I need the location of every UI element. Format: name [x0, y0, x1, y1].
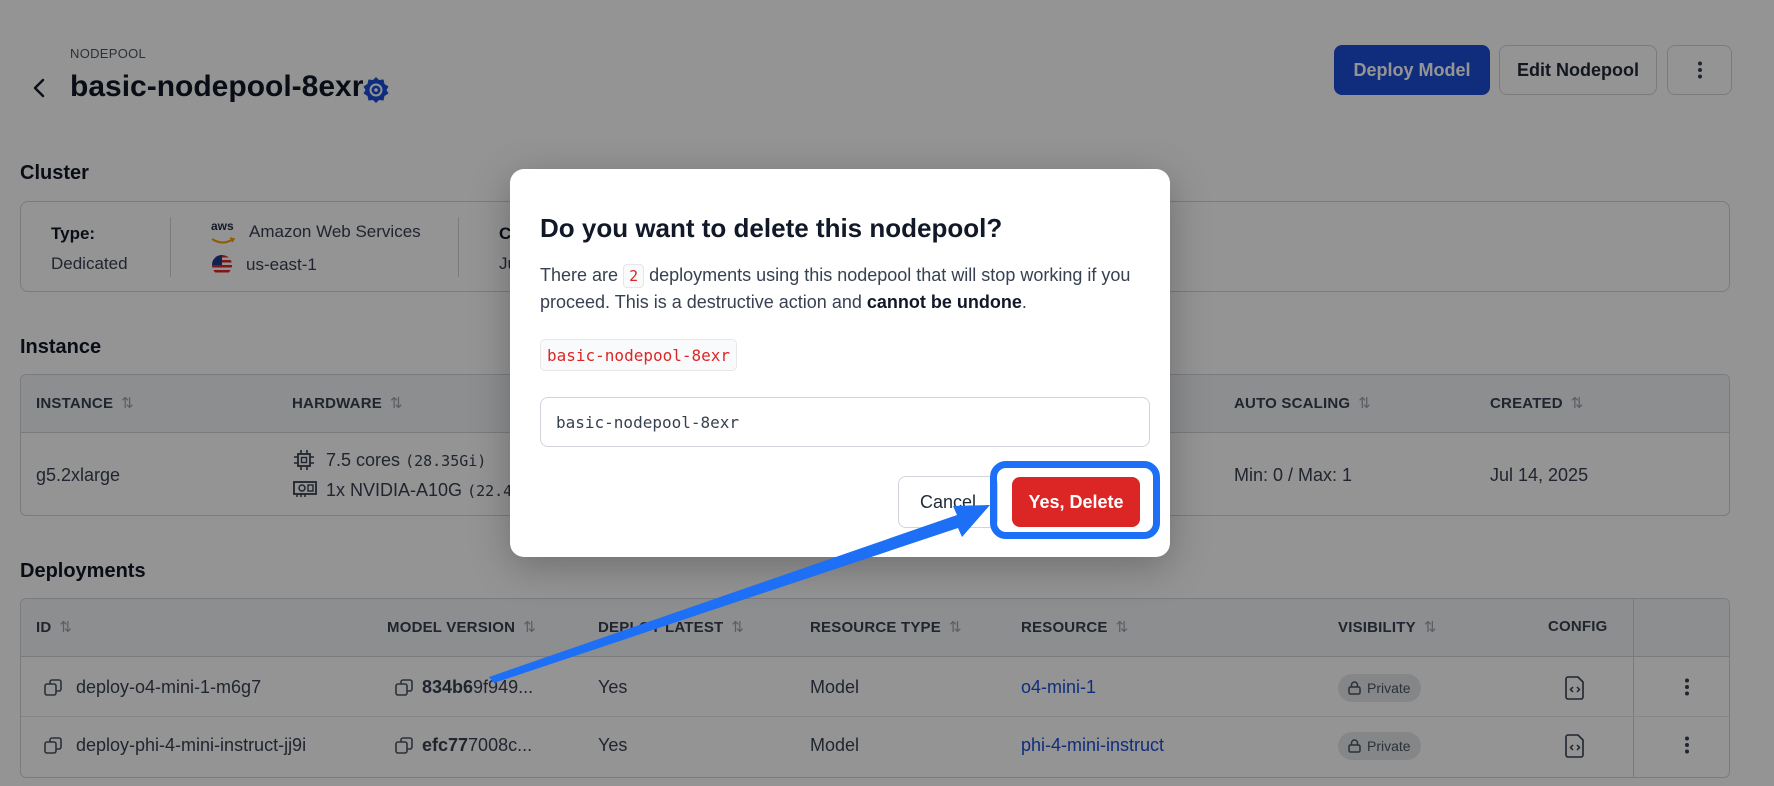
nodepool-name-code: basic-nodepool-8exr — [540, 339, 738, 371]
dialog-message: There are 2 deployments using this nodep… — [540, 264, 1131, 312]
dialog-title: Do you want to delete this nodepool? — [540, 213, 1003, 243]
cancel-button[interactable]: Cancel — [898, 476, 998, 528]
yes-delete-button[interactable]: Yes, Delete — [1012, 477, 1140, 527]
deployment-count: 2 — [623, 264, 645, 288]
confirm-name-input[interactable] — [540, 397, 1150, 447]
